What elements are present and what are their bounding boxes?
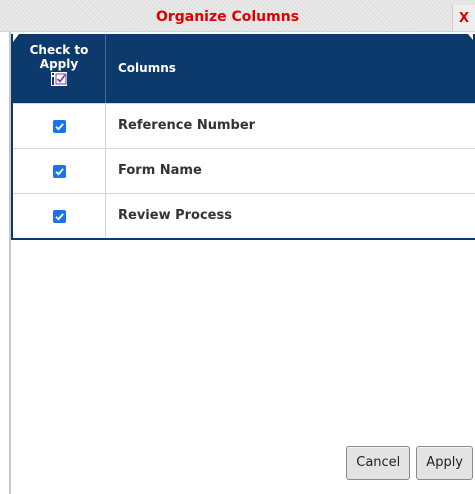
checkmark-icon bbox=[54, 212, 64, 221]
apply-button[interactable]: Apply bbox=[416, 446, 473, 480]
dialog-title: Organize Columns bbox=[155, 9, 300, 25]
columns-header: Columns bbox=[118, 61, 176, 75]
columns-table: Check to Apply Columns Reference Number … bbox=[11, 34, 475, 240]
check-to-apply-label-line2: Apply bbox=[39, 57, 79, 71]
header-corner-notch-right bbox=[468, 34, 473, 40]
close-button[interactable]: X bbox=[452, 5, 475, 31]
table-row: Reference Number bbox=[13, 103, 475, 148]
row-check-cell bbox=[13, 104, 106, 148]
dialog-buttons: Cancel Apply bbox=[346, 446, 473, 480]
row-checkbox[interactable] bbox=[52, 209, 66, 223]
organize-columns-dialog: Organize Columns X Check to Apply Column… bbox=[0, 0, 475, 494]
row-check-cell bbox=[13, 194, 106, 238]
checkmark-icon bbox=[54, 167, 64, 176]
row-check-cell bbox=[13, 149, 106, 193]
header-corner-notch bbox=[13, 34, 19, 42]
row-checkbox[interactable] bbox=[52, 119, 66, 133]
check-all-icon[interactable] bbox=[51, 72, 67, 86]
row-column-name: Form Name bbox=[118, 163, 202, 178]
row-column-name: Review Process bbox=[118, 208, 232, 223]
checkmark-icon bbox=[54, 122, 64, 131]
check-to-apply-label-line1: Check to bbox=[29, 43, 89, 57]
cancel-button[interactable]: Cancel bbox=[346, 446, 411, 480]
row-checkbox[interactable] bbox=[52, 164, 66, 178]
check-to-apply-header: Check to Apply bbox=[13, 34, 106, 103]
table-row: Form Name bbox=[13, 148, 475, 193]
title-bar: Organize Columns X bbox=[0, 0, 475, 32]
table-header: Check to Apply Columns bbox=[13, 34, 475, 103]
row-column-name: Reference Number bbox=[118, 118, 256, 133]
table-row: Review Process bbox=[13, 193, 475, 238]
